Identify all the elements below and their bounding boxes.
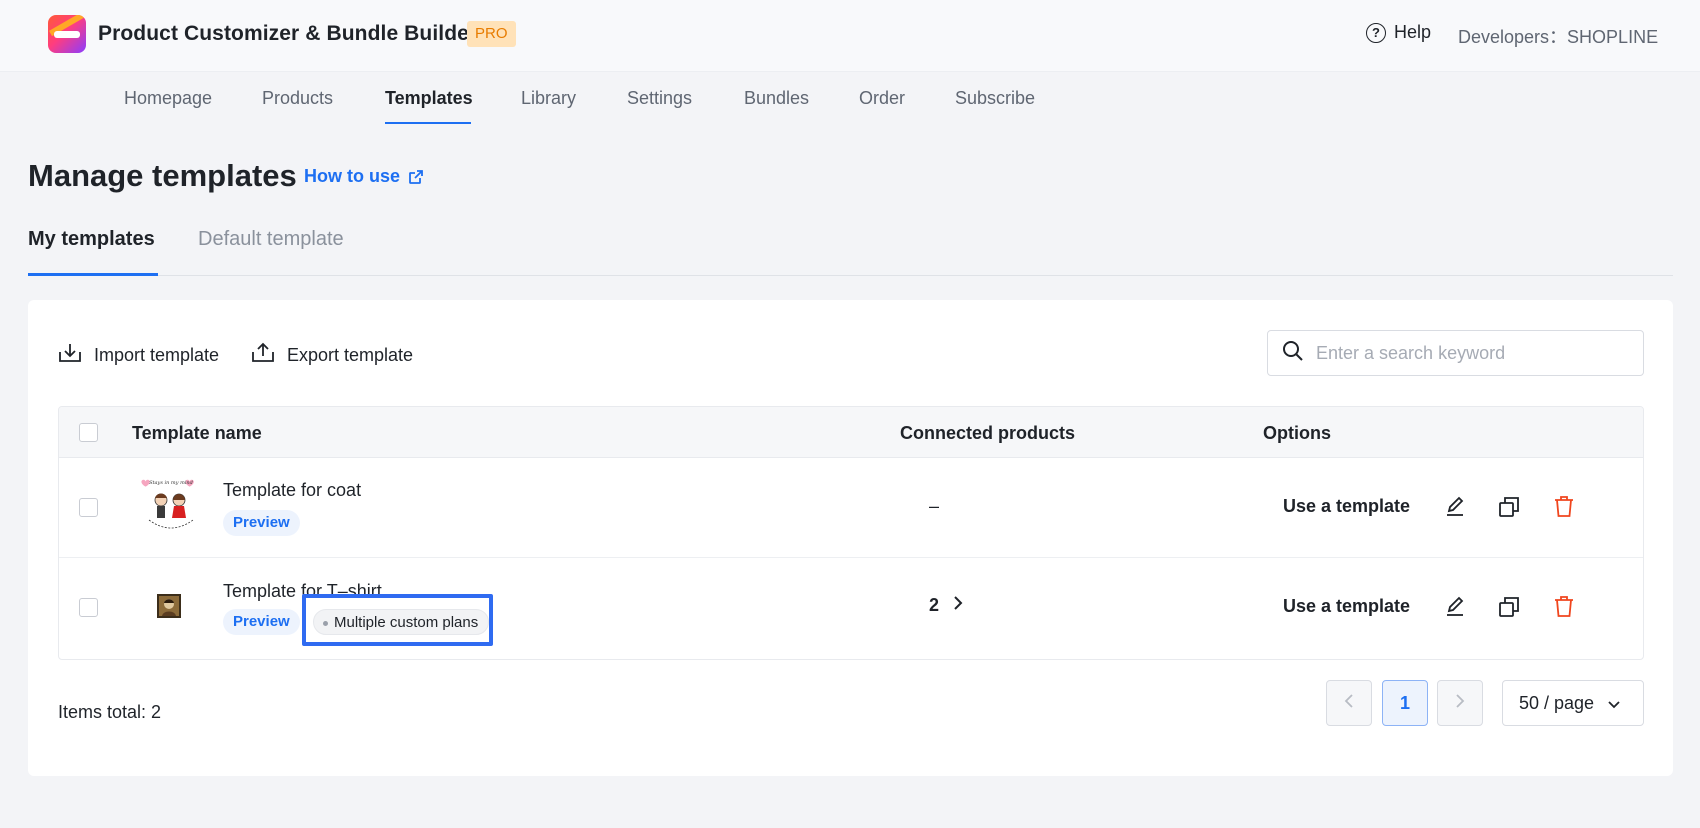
search-input[interactable] bbox=[1316, 342, 1636, 364]
help-link[interactable]: ? Help bbox=[1366, 22, 1431, 43]
preview-button[interactable]: Preview bbox=[223, 510, 300, 536]
app-title: Product Customizer & Bundle Builder bbox=[98, 22, 478, 45]
developers-label: Developers：SHOPLINE bbox=[1458, 27, 1659, 47]
column-header-template-name: Template name bbox=[132, 423, 262, 443]
select-all-checkbox[interactable] bbox=[79, 423, 98, 442]
chevron-left-icon bbox=[1344, 693, 1354, 714]
search-icon bbox=[1282, 340, 1304, 367]
nav-active-indicator bbox=[385, 122, 471, 124]
nav-item-subscribe[interactable]: Subscribe bbox=[955, 88, 1035, 109]
import-template-button[interactable]: Import template bbox=[58, 342, 219, 369]
app-logo bbox=[48, 15, 86, 53]
templates-card: Import template Export template Template… bbox=[28, 300, 1673, 776]
items-total: Items total: 2 bbox=[58, 702, 162, 722]
templates-table: Template name Connected products Options… bbox=[58, 406, 1644, 660]
template-thumbnail: Stays in my mind bbox=[139, 476, 203, 540]
table-row: Template for T–shirt Preview Multiple cu… bbox=[59, 558, 1643, 658]
preview-button[interactable]: Preview bbox=[223, 609, 300, 635]
edit-icon[interactable] bbox=[1443, 595, 1467, 619]
external-link-icon bbox=[408, 169, 424, 185]
page-button-current[interactable]: 1 bbox=[1382, 680, 1428, 726]
connected-products-link[interactable]: 2 bbox=[929, 595, 963, 616]
edit-icon[interactable] bbox=[1443, 495, 1467, 519]
page-size-select[interactable]: 50 / page bbox=[1502, 680, 1644, 726]
copy-icon[interactable] bbox=[1497, 495, 1521, 519]
template-thumbnail bbox=[157, 594, 181, 618]
main-nav: Homepage Products Templates Library Sett… bbox=[0, 72, 1700, 124]
pro-badge: PRO bbox=[467, 21, 516, 47]
search-box[interactable] bbox=[1267, 330, 1644, 376]
next-page-button[interactable] bbox=[1437, 680, 1483, 726]
tab-default-template[interactable]: Default template bbox=[198, 228, 344, 251]
how-to-use-label: How to use bbox=[304, 166, 401, 186]
export-icon bbox=[251, 342, 275, 369]
tab-active-indicator bbox=[28, 273, 158, 276]
tab-my-templates[interactable]: My templates bbox=[28, 228, 155, 251]
export-template-label: Export template bbox=[287, 345, 414, 365]
page-size-value: 50 / page bbox=[1519, 692, 1595, 713]
column-header-connected-products: Connected products bbox=[900, 423, 1076, 443]
chevron-down-icon bbox=[1608, 693, 1620, 714]
table-row: Stays in my mind Template for coat Previ… bbox=[59, 458, 1643, 558]
template-name: Template for coat bbox=[223, 480, 362, 500]
how-to-use-link[interactable]: How to use bbox=[304, 166, 424, 187]
highlight-box bbox=[302, 594, 493, 646]
connected-products-value: – bbox=[929, 496, 940, 516]
thumb-text: Stays in my mind bbox=[149, 480, 193, 486]
chevron-right-icon bbox=[953, 595, 963, 616]
use-template-button[interactable]: Use a template bbox=[1283, 496, 1410, 517]
table-header: Template name Connected products Options bbox=[59, 407, 1643, 458]
top-bar: Product Customizer & Bundle Builder PRO … bbox=[0, 0, 1700, 72]
nav-item-bundles[interactable]: Bundles bbox=[744, 88, 809, 109]
chevron-right-icon bbox=[1455, 693, 1465, 714]
column-header-options: Options bbox=[1263, 423, 1331, 443]
export-template-button[interactable]: Export template bbox=[251, 342, 413, 369]
page-title: Manage templates bbox=[28, 158, 297, 193]
template-tabs: My templates Default template bbox=[28, 216, 1673, 276]
nav-item-templates[interactable]: Templates bbox=[385, 88, 473, 109]
help-icon: ? bbox=[1366, 22, 1386, 43]
import-template-label: Import template bbox=[94, 345, 220, 365]
use-template-button[interactable]: Use a template bbox=[1283, 596, 1410, 617]
nav-item-library[interactable]: Library bbox=[521, 88, 576, 109]
connected-products-value: 2 bbox=[929, 595, 940, 615]
help-label: Help bbox=[1394, 22, 1432, 42]
nav-item-products[interactable]: Products bbox=[262, 88, 333, 109]
row-checkbox[interactable] bbox=[79, 598, 98, 617]
copy-icon[interactable] bbox=[1497, 595, 1521, 619]
nav-item-homepage[interactable]: Homepage bbox=[124, 88, 212, 109]
import-icon bbox=[58, 342, 82, 369]
connected-products: – bbox=[929, 496, 939, 517]
prev-page-button[interactable] bbox=[1326, 680, 1372, 726]
row-checkbox[interactable] bbox=[79, 498, 98, 517]
nav-item-settings[interactable]: Settings bbox=[627, 88, 692, 109]
delete-icon[interactable] bbox=[1552, 495, 1576, 519]
nav-item-order[interactable]: Order bbox=[859, 88, 905, 109]
delete-icon[interactable] bbox=[1552, 595, 1576, 619]
